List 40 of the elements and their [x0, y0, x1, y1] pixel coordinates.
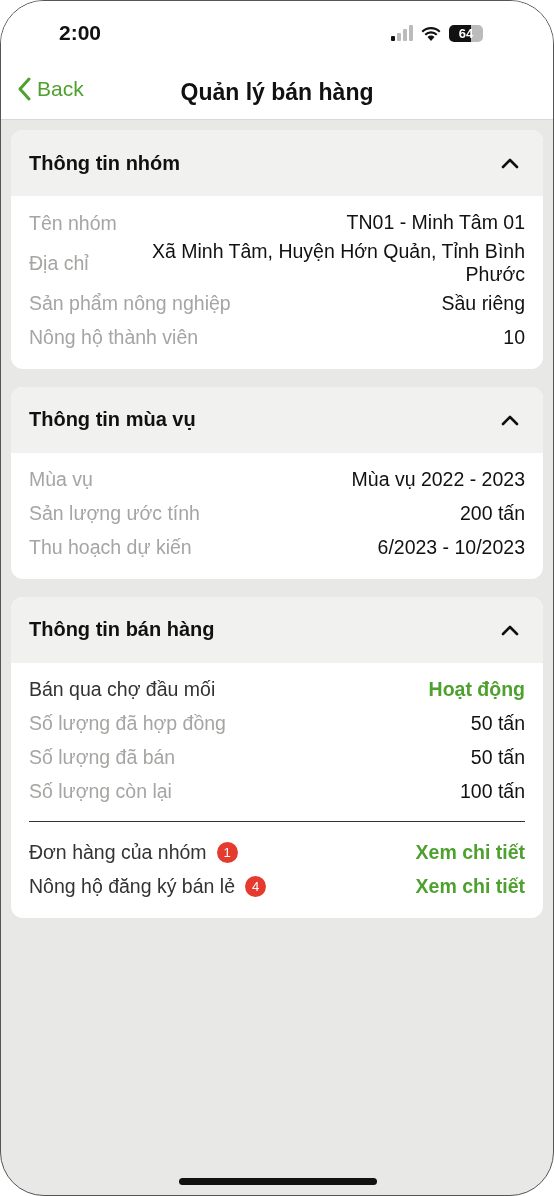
row-value: 50 tấn	[470, 746, 525, 770]
card-title: Thông tin nhóm	[29, 151, 181, 175]
row-label: Thu hoạch dự kiến	[29, 536, 192, 560]
signal-icon	[391, 25, 413, 41]
row-label: Mùa vụ	[29, 468, 93, 492]
count-badge: 4	[245, 876, 266, 898]
row-value: Xã Minh Tâm, Huyện Hớn Quản, Tỉnh Bình Phước	[151, 240, 525, 287]
row-label: Số lượng đã hợp đồng	[29, 712, 226, 736]
row-value: Mùa vụ 2022 - 2023	[351, 468, 525, 492]
card-header[interactable]: Thông tin mùa vụ	[11, 386, 543, 453]
row-value: 6/2023 - 10/2023	[377, 536, 525, 560]
row-value: 50 tấn	[470, 712, 525, 736]
row-label: Số lượng đã bán	[29, 746, 176, 770]
status-value: Hoạt động	[428, 678, 525, 702]
row-label: Nông hộ thành viên	[29, 326, 199, 350]
row-label: Số lượng còn lại	[29, 780, 172, 804]
card-title: Thông tin bán hàng	[29, 618, 215, 642]
row-value: 100 tấn	[459, 780, 525, 804]
chevron-up-icon[interactable]	[501, 413, 519, 426]
card-title: Thông tin mùa vụ	[29, 408, 196, 432]
screen-title: Quản lý bán hàng	[180, 78, 374, 106]
row-label: Sản phẩm nông nghiệp	[29, 292, 231, 316]
row-label: Tên nhóm	[29, 211, 117, 235]
row-label: Bán qua chợ đầu mối	[29, 678, 216, 702]
row-value: TN01 - Minh Tâm 01	[346, 211, 525, 235]
row-value: Sầu riêng	[441, 292, 525, 316]
row-label: Đơn hàng của nhóm	[29, 841, 207, 865]
status-time: 2:00	[59, 21, 102, 45]
chevron-up-icon[interactable]	[501, 157, 519, 169]
row-value: 200 tấn	[459, 502, 525, 526]
row-label: Sản lượng ước tính	[29, 502, 200, 526]
wifi-icon	[420, 25, 442, 41]
count-badge: 1	[216, 842, 238, 864]
row-value: 10	[503, 326, 525, 350]
card-header[interactable]: Thông tin bán hàng	[11, 596, 543, 663]
row-label: Nông hộ đăng ký bán lẻ	[29, 875, 235, 899]
chevron-up-icon[interactable]	[501, 623, 519, 636]
card-header[interactable]: Thông tin nhóm	[11, 130, 543, 196]
row-label: Địa chỉ	[29, 251, 89, 275]
back-chevron-icon	[17, 77, 31, 101]
